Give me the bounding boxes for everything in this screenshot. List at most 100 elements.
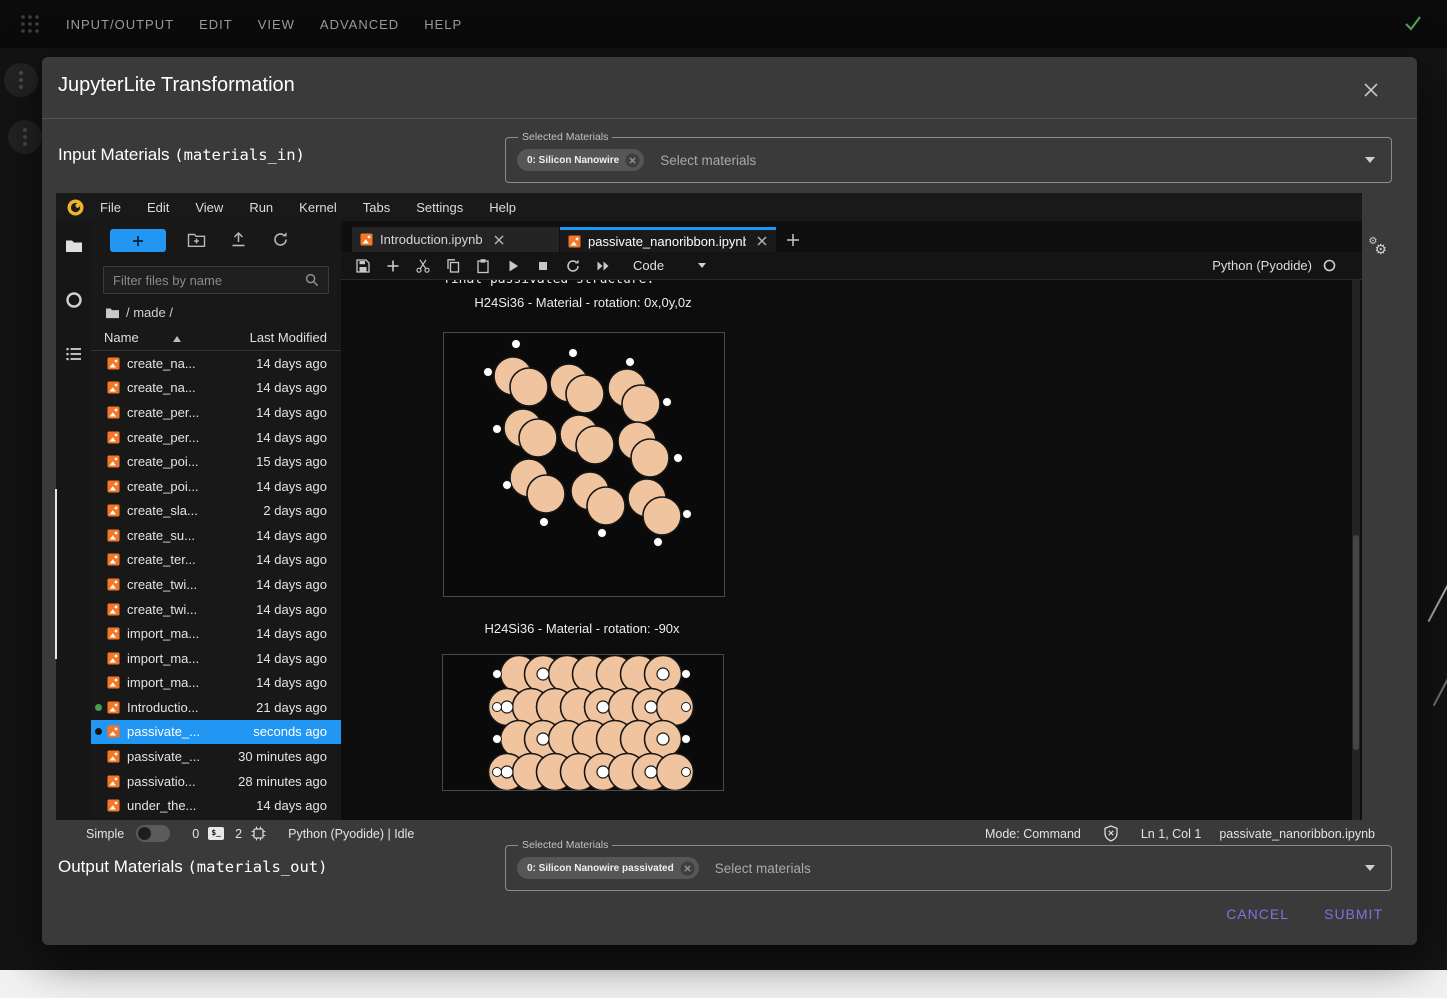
notebook-file-icon (107, 553, 120, 566)
remove-chip-icon[interactable] (680, 861, 695, 876)
menu-view[interactable]: VIEW (258, 17, 295, 32)
chevron-down-icon (698, 263, 706, 268)
file-name: Introductio... (127, 700, 199, 715)
chevron-down-icon[interactable] (1365, 865, 1375, 871)
mode-indicator[interactable]: Mode: Command (985, 827, 1081, 841)
file-browser-icon[interactable] (64, 236, 84, 256)
table-row[interactable]: create_na...14 days ago (91, 351, 341, 376)
name-column-header[interactable]: Name (104, 330, 139, 345)
file-modified: 14 days ago (256, 626, 327, 641)
jupyter-menu-file[interactable]: File (100, 200, 121, 215)
table-row[interactable]: create_su...14 days ago (91, 523, 341, 548)
jupyter-menu-help[interactable]: Help (489, 200, 516, 215)
close-tab-icon[interactable] (493, 234, 505, 246)
app-top-bar: INPUT/OUTPUT EDIT VIEW ADVANCED HELP (0, 0, 1447, 48)
tab-passivate-nanoribbon-ipynb[interactable]: passivate_nanoribbon.ipynb (560, 227, 776, 252)
restart-run-all-button[interactable] (595, 258, 611, 274)
widget-settings-gears-icon[interactable]: ⚙ ⚙ (1368, 237, 1387, 254)
table-row[interactable]: under_the...14 days ago (91, 793, 341, 818)
menu-edit[interactable]: EDIT (199, 17, 233, 32)
kernel-state[interactable]: Python (Pyodide) | Idle (288, 827, 414, 841)
table-of-contents-icon[interactable] (64, 344, 84, 364)
table-row[interactable]: create_twi...14 days ago (91, 572, 341, 597)
kernels-count[interactable]: 2 (235, 827, 242, 841)
filter-files-input[interactable] (104, 273, 304, 288)
refresh-icon[interactable] (271, 230, 290, 249)
notebook-scrollbar[interactable] (1352, 280, 1360, 820)
notebook-content[interactable]: final passivated structure: H24Si36 - Ma… (341, 280, 1362, 820)
new-tab-icon[interactable] (784, 231, 802, 249)
kernel-status-icon[interactable] (1323, 259, 1336, 272)
jupyter-menu-run[interactable]: Run (249, 200, 273, 215)
table-row[interactable]: passivatio...28 minutes ago (91, 769, 341, 794)
submit-button[interactable]: SUBMIT (1318, 905, 1389, 923)
menu-input-output[interactable]: INPUT/OUTPUT (66, 17, 174, 32)
running-kernels-icon[interactable] (64, 290, 84, 310)
table-row[interactable]: passivate_...30 minutes ago (91, 744, 341, 769)
run-cell-button[interactable] (505, 258, 521, 274)
menu-advanced[interactable]: ADVANCED (320, 17, 399, 32)
file-name: create_poi... (127, 479, 199, 494)
breadcrumb[interactable]: / made / (105, 305, 173, 320)
jupyter-menu-tabs[interactable]: Tabs (363, 200, 390, 215)
menu-help[interactable]: HELP (424, 17, 462, 32)
material-chip[interactable]: 0: Silicon Nanowire (517, 149, 644, 171)
cut-cells-button[interactable] (415, 258, 431, 274)
paste-cells-button[interactable] (475, 258, 491, 274)
tab-introduction-ipynb[interactable]: Introduction.ipynb (352, 227, 559, 252)
shield-x-icon[interactable] (1103, 825, 1119, 842)
table-row[interactable]: create_ter...14 days ago (91, 548, 341, 573)
table-row[interactable]: create_twi...14 days ago (91, 597, 341, 622)
kernel-name-button[interactable]: Python (Pyodide) (1212, 258, 1312, 273)
background-kebab-button[interactable] (4, 63, 38, 97)
upload-icon[interactable] (229, 230, 248, 249)
table-row[interactable]: create_sla...2 days ago (91, 498, 341, 523)
table-row[interactable]: create_per...14 days ago (91, 425, 341, 450)
file-name: create_na... (127, 356, 196, 371)
kernel-chip-icon (251, 826, 266, 841)
cancel-button[interactable]: CANCEL (1220, 905, 1295, 923)
output-materials-select[interactable]: Selected Materials 0: Silicon Nanowire p… (505, 845, 1392, 891)
table-row[interactable]: import_ma...14 days ago (91, 646, 341, 671)
table-row[interactable]: import_ma...14 days ago (91, 671, 341, 696)
scrollbar-thumb[interactable] (1353, 535, 1359, 750)
app-menu-bar: INPUT/OUTPUT EDIT VIEW ADVANCED HELP (66, 17, 462, 32)
background-kebab-button[interactable] (8, 120, 42, 154)
file-modified: 14 days ago (256, 798, 327, 813)
table-row[interactable]: create_na...14 days ago (91, 376, 341, 401)
new-folder-icon[interactable] (187, 230, 206, 249)
close-icon[interactable] (1361, 80, 1381, 100)
material-chip[interactable]: 0: Silicon Nanowire passivated (517, 857, 699, 879)
terminals-count[interactable]: 0 (192, 827, 199, 841)
new-launcher-button[interactable] (110, 229, 166, 252)
jupyter-menu-kernel[interactable]: Kernel (299, 200, 337, 215)
chevron-down-icon[interactable] (1365, 157, 1375, 163)
simple-mode-toggle[interactable] (136, 825, 170, 842)
modified-column-header[interactable]: Last Modified (250, 330, 327, 345)
table-row[interactable]: create_per...14 days ago (91, 400, 341, 425)
save-button[interactable] (355, 258, 371, 274)
file-browser-toolbar (91, 221, 341, 259)
jupyter-menu-settings[interactable]: Settings (416, 200, 463, 215)
insert-cell-button[interactable] (385, 258, 401, 274)
jupyter-menu-edit[interactable]: Edit (147, 200, 169, 215)
table-row[interactable]: passivate_...seconds ago (91, 720, 341, 745)
close-tab-icon[interactable] (756, 235, 768, 247)
cursor-position[interactable]: Ln 1, Col 1 (1141, 827, 1201, 841)
table-row[interactable]: import_ma... 14 days ago (91, 621, 341, 646)
file-name: passivate_... (127, 724, 200, 739)
restart-kernel-button[interactable] (565, 258, 581, 274)
remove-chip-icon[interactable] (625, 153, 640, 168)
notebook-file-icon (107, 652, 120, 665)
input-materials-select[interactable]: Selected Materials 0: Silicon Nanowire S… (505, 137, 1392, 183)
table-row[interactable]: create_poi...14 days ago (91, 474, 341, 499)
copy-cells-button[interactable] (445, 258, 461, 274)
jupyter-menu-view[interactable]: View (195, 200, 223, 215)
table-row[interactable]: Introductio...21 days ago (91, 695, 341, 720)
interrupt-kernel-button[interactable] (535, 258, 551, 274)
cell-type-dropdown[interactable]: Code (633, 258, 706, 273)
file-name: import_ma... (127, 626, 199, 641)
apps-grid-icon[interactable] (18, 12, 42, 36)
notebook-file-icon (107, 480, 120, 493)
table-row[interactable]: create_poi...15 days ago (91, 449, 341, 474)
